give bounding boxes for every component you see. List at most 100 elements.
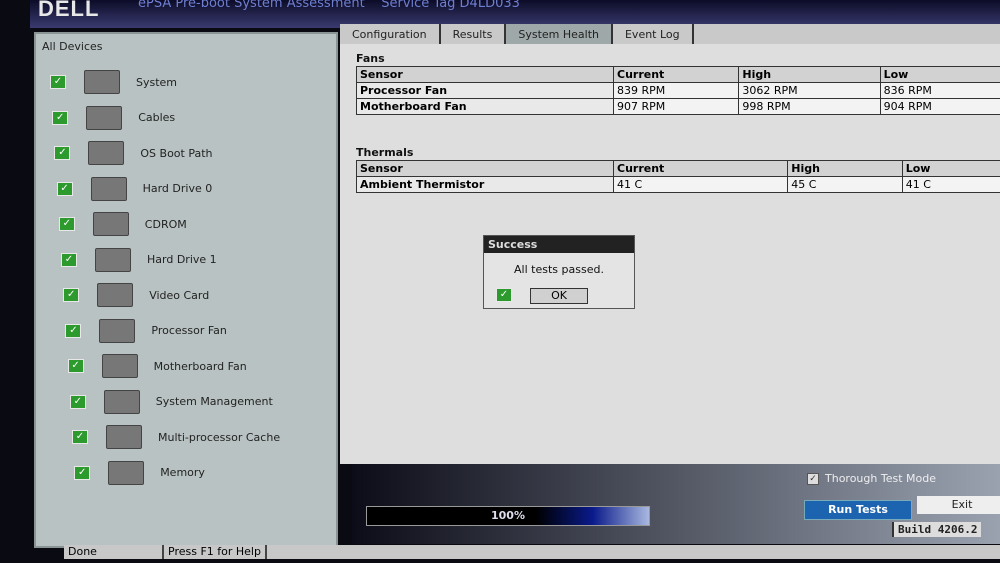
- column-header: Current: [612, 66, 740, 83]
- table-row: Motherboard Fan 907 RPM 998 RPM 904 RPM: [356, 98, 1000, 115]
- checkbox-icon[interactable]: ✓: [807, 472, 819, 485]
- column-header: Sensor: [356, 66, 614, 83]
- device-list: All Devices ✓ System ✓ Cables ✓ OS Boot Path ✓…: [34, 32, 338, 548]
- table-cell: Processor Fan: [356, 82, 614, 99]
- dialog-message: All tests passed.: [514, 263, 604, 276]
- run-tests-button[interactable]: Run Tests: [804, 500, 912, 520]
- check-icon: ✓: [61, 252, 77, 267]
- thorough-test-mode[interactable]: ✓ Thorough Test Mode: [807, 472, 936, 485]
- table-cell: 41 C: [901, 176, 1000, 193]
- table-cell: 836 RPM: [879, 82, 1000, 99]
- check-icon: ✓: [56, 181, 73, 196]
- device-item[interactable]: ✓ System: [50, 70, 177, 94]
- table-cell: 907 RPM: [612, 98, 740, 115]
- device-item[interactable]: ✓ CDROM: [58, 212, 187, 236]
- device-icon: [106, 425, 142, 449]
- success-dialog: Success All tests passed. ✓ OK: [483, 235, 635, 309]
- device-label: System Management: [155, 395, 273, 408]
- exit-button[interactable]: Exit: [917, 496, 1000, 514]
- check-icon: ✓: [52, 110, 69, 125]
- device-item[interactable]: ✓ Processor Fan: [65, 318, 227, 343]
- device-icon: [86, 105, 123, 130]
- dell-logo: DELL: [38, 0, 100, 21]
- device-item[interactable]: ✓ Video Card: [63, 283, 209, 307]
- device-label: Processor Fan: [151, 324, 227, 337]
- device-label: CDROM: [144, 217, 187, 231]
- thermals-title: Thermals: [356, 146, 414, 159]
- device-item[interactable]: ✓ Memory: [74, 460, 205, 485]
- tab-system-health[interactable]: System Health: [506, 24, 613, 44]
- bottom-bar: 100% ✓ Thorough Test Mode Run Tests Exit …: [352, 464, 1000, 544]
- device-icon: [88, 141, 125, 165]
- device-icon: [84, 70, 120, 94]
- device-label: Hard Drive 1: [147, 253, 217, 266]
- device-label: Memory: [160, 466, 205, 479]
- table-cell: 904 RPM: [879, 98, 1000, 115]
- device-item[interactable]: ✓ Multi-processor Cache: [72, 425, 280, 449]
- device-icon: [108, 460, 145, 485]
- tab-event-log[interactable]: Event Log: [613, 24, 694, 44]
- fans-title: Fans: [356, 52, 385, 65]
- device-item[interactable]: ✓ Hard Drive 0: [56, 176, 213, 201]
- service-tag: Service Tag D4LD033: [381, 0, 520, 11]
- check-icon: ✓: [58, 217, 75, 231]
- device-item[interactable]: ✓ OS Boot Path: [54, 141, 213, 165]
- table-header: Sensor Current High Low: [356, 160, 1000, 177]
- thermals-table: Sensor Current High Low Ambient Thermistor 41…: [356, 160, 1000, 193]
- fans-table: Sensor Current High Low Processor Fan 839 RPM…: [356, 66, 1000, 115]
- dialog-title: Success: [484, 236, 634, 253]
- device-icon: [92, 212, 129, 236]
- status-bar: Done Press F1 for Help: [64, 545, 1000, 559]
- check-icon: ✓: [496, 288, 512, 302]
- column-header: High: [738, 66, 881, 83]
- device-icon: [97, 283, 134, 307]
- progress-bar: 100%: [366, 506, 650, 526]
- table-cell: 998 RPM: [738, 98, 881, 115]
- thorough-label: Thorough Test Mode: [825, 472, 936, 485]
- table-cell: Motherboard Fan: [356, 98, 614, 115]
- status-state: Done: [64, 545, 164, 559]
- device-icon: [95, 247, 131, 272]
- device-label: Video Card: [149, 288, 210, 302]
- check-icon: ✓: [67, 359, 84, 373]
- table-row: Ambient Thermistor 41 C 45 C 41 C: [356, 176, 1000, 193]
- table-header: Sensor Current High Low: [356, 66, 1000, 83]
- device-item[interactable]: ✓ Cables: [52, 105, 176, 130]
- check-icon: ✓: [50, 75, 66, 89]
- check-icon: ✓: [63, 288, 80, 302]
- device-icon: [99, 318, 136, 343]
- device-label: Motherboard Fan: [153, 359, 247, 373]
- all-devices-header[interactable]: All Devices: [36, 34, 336, 59]
- column-header: Current: [612, 160, 789, 177]
- device-item[interactable]: ✓ Motherboard Fan: [67, 354, 247, 378]
- device-label: Hard Drive 0: [142, 182, 213, 195]
- table-cell: 41 C: [612, 176, 789, 193]
- check-icon: ✓: [54, 146, 71, 160]
- device-item[interactable]: ✓ Hard Drive 1: [61, 247, 217, 272]
- column-header: Low: [879, 66, 1000, 83]
- table-cell: 839 RPM: [612, 82, 740, 99]
- column-header: Sensor: [356, 160, 614, 177]
- check-icon: ✓: [72, 430, 88, 444]
- ok-button[interactable]: OK: [530, 288, 588, 304]
- check-icon: ✓: [69, 394, 86, 409]
- table-cell: 3062 RPM: [738, 82, 881, 99]
- device-label: Cables: [138, 111, 176, 124]
- device-item[interactable]: ✓ System Management: [69, 389, 273, 414]
- tab-results[interactable]: Results: [441, 24, 507, 44]
- tab-configuration[interactable]: Configuration: [340, 24, 441, 44]
- device-label: System: [136, 75, 178, 89]
- check-icon: ✓: [74, 465, 91, 480]
- device-icon: [103, 389, 140, 414]
- tab-bar: Configuration Results System Health Event L…: [340, 24, 1000, 44]
- table-cell: 45 C: [787, 176, 903, 193]
- device-label: Multi-processor Cache: [158, 430, 281, 444]
- check-icon: ✓: [65, 323, 82, 338]
- device-icon: [90, 176, 127, 201]
- status-help: Press F1 for Help: [164, 545, 267, 559]
- main-panel: Configuration Results System Health Event L…: [340, 24, 1000, 464]
- column-header: Low: [901, 160, 1000, 177]
- device-label: OS Boot Path: [140, 146, 213, 160]
- table-row: Processor Fan 839 RPM 3062 RPM 836 RPM: [356, 82, 1000, 99]
- column-header: High: [787, 160, 903, 177]
